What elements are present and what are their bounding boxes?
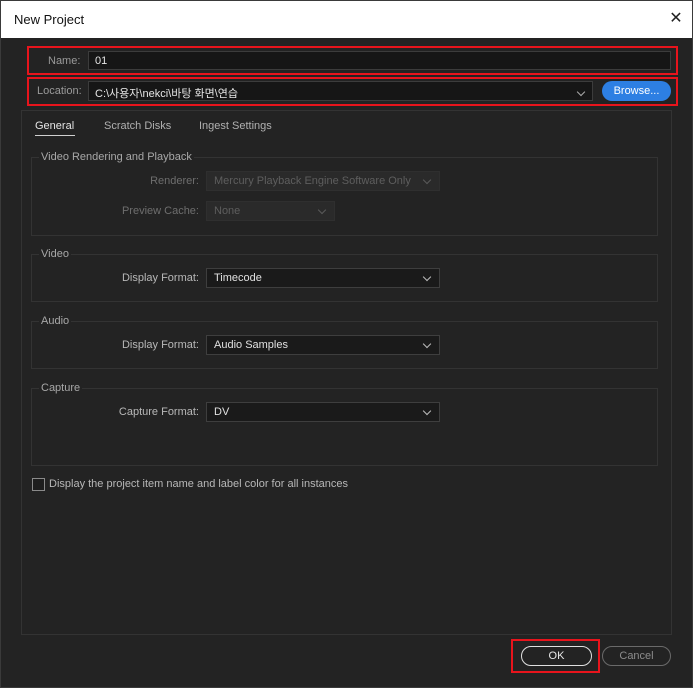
preview-cache-value: None: [214, 205, 241, 217]
browse-button[interactable]: Browse...: [602, 81, 671, 101]
capture-format-select[interactable]: DV: [206, 402, 440, 422]
name-input[interactable]: 01: [88, 51, 671, 70]
display-label-color-label: Display the project item name and label …: [49, 478, 348, 490]
capture-format-label: Capture Format:: [118, 406, 199, 418]
video-display-format-label: Display Format:: [121, 272, 199, 284]
location-select[interactable]: C:\사용자\nekci\바탕 화면\연습: [88, 81, 593, 101]
capture-format-value: DV: [214, 406, 230, 418]
capture-group: [31, 388, 658, 466]
preview-cache-select: None: [206, 201, 335, 221]
video-rendering-group: [31, 157, 658, 236]
renderer-value: Mercury Playback Engine Software Only: [214, 175, 411, 187]
audio-title: Audio: [39, 315, 72, 327]
video-display-format-select[interactable]: Timecode: [206, 268, 440, 288]
video-display-format-value: Timecode: [214, 272, 262, 284]
renderer-label: Renderer:: [150, 175, 199, 187]
preview-cache-label: Preview Cache:: [121, 205, 199, 217]
capture-title: Capture: [39, 382, 83, 394]
ok-button[interactable]: OK: [521, 646, 592, 666]
location-label: Location:: [37, 85, 82, 97]
title-bar: New Project ✕: [1, 1, 692, 38]
tab-ingest-settings[interactable]: Ingest Settings: [199, 120, 272, 132]
audio-display-format-select[interactable]: Audio Samples: [206, 335, 440, 355]
renderer-select: Mercury Playback Engine Software Only: [206, 171, 440, 191]
close-icon[interactable]: ✕: [664, 7, 688, 31]
video-rendering-title: Video Rendering and Playback: [39, 151, 194, 163]
tab-general[interactable]: General: [35, 120, 74, 132]
tab-scratch-disks[interactable]: Scratch Disks: [104, 120, 171, 132]
dialog-title: New Project: [14, 12, 85, 27]
active-tab-underline: [35, 135, 75, 136]
audio-display-format-value: Audio Samples: [214, 339, 288, 351]
video-title: Video: [39, 248, 71, 260]
name-label: Name:: [48, 55, 81, 67]
display-label-color-checkbox[interactable]: [32, 478, 45, 491]
location-value: C:\사용자\nekci\바탕 화면\연습: [95, 88, 239, 100]
cancel-button[interactable]: Cancel: [602, 646, 671, 666]
audio-display-format-label: Display Format:: [121, 339, 199, 351]
